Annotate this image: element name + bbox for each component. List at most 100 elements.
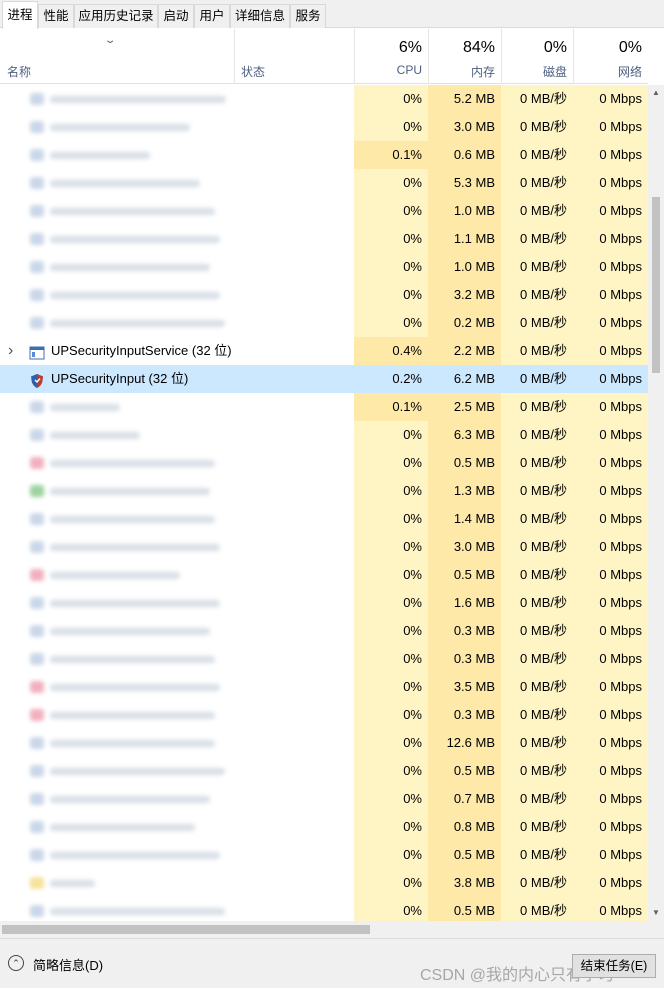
network-cell: 0 Mbps xyxy=(573,365,648,393)
network-cell: 0 Mbps xyxy=(573,785,648,813)
memory-cell: 0.8 MB xyxy=(428,813,501,841)
memory-cell: 0.6 MB xyxy=(428,141,501,169)
column-cpu[interactable]: 6% CPU xyxy=(354,29,428,84)
process-row[interactable]: 0% 0.8 MB 0 MB/秒 0 Mbps xyxy=(0,813,648,841)
tab-startup[interactable]: 启动 xyxy=(158,4,194,28)
memory-cell: 6.3 MB xyxy=(428,421,501,449)
memory-cell: 3.8 MB xyxy=(428,869,501,897)
disk-cell: 0 MB/秒 xyxy=(501,589,573,617)
app-icon xyxy=(30,429,44,441)
process-row[interactable]: 0.1% 0.6 MB 0 MB/秒 0 Mbps xyxy=(0,141,648,169)
process-row[interactable]: 0% 1.0 MB 0 MB/秒 0 Mbps xyxy=(0,197,648,225)
process-row[interactable]: 0% 0.5 MB 0 MB/秒 0 Mbps xyxy=(0,841,648,869)
column-status[interactable]: 状态 xyxy=(234,29,354,84)
process-row[interactable]: 0% 6.3 MB 0 MB/秒 0 Mbps xyxy=(0,421,648,449)
tab-details[interactable]: 详细信息 xyxy=(230,4,290,28)
process-status-cell xyxy=(234,729,354,757)
network-cell: 0 Mbps xyxy=(573,169,648,197)
tab-performance[interactable]: 性能 xyxy=(38,4,74,28)
cpu-cell: 0% xyxy=(354,477,428,505)
disk-cell: 0 MB/秒 xyxy=(501,365,573,393)
process-row[interactable]: UPSecurityInput (32 位) 0.2% 6.2 MB 0 MB/秒 0 … xyxy=(0,365,648,393)
app-icon xyxy=(30,821,44,833)
process-name-cell xyxy=(0,421,234,449)
process-row[interactable]: 0% 0.5 MB 0 MB/秒 0 Mbps xyxy=(0,449,648,477)
fewer-details-button[interactable]: ⌃ 简略信息(D) xyxy=(8,953,118,975)
cpu-cell: 0% xyxy=(354,421,428,449)
process-row[interactable]: 0% 0.2 MB 0 MB/秒 0 Mbps xyxy=(0,309,648,337)
cpu-cell: 0% xyxy=(354,85,428,113)
process-row[interactable]: 0% 1.4 MB 0 MB/秒 0 Mbps xyxy=(0,505,648,533)
redacted-process-name xyxy=(50,264,210,271)
cpu-cell: 0% xyxy=(354,197,428,225)
horizontal-scroll-thumb[interactable] xyxy=(2,925,370,934)
process-status-cell xyxy=(234,197,354,225)
process-row[interactable]: 0% 1.3 MB 0 MB/秒 0 Mbps xyxy=(0,477,648,505)
column-disk[interactable]: 0% 磁盘 xyxy=(501,29,573,84)
column-network[interactable]: 0% 网络 xyxy=(573,29,648,84)
process-status-cell xyxy=(234,757,354,785)
process-row[interactable]: 0% 1.0 MB 0 MB/秒 0 Mbps xyxy=(0,253,648,281)
disk-cell: 0 MB/秒 xyxy=(501,645,573,673)
vertical-scrollbar[interactable]: ▲ ▼ xyxy=(648,85,664,921)
process-row[interactable]: 0% 1.6 MB 0 MB/秒 0 Mbps xyxy=(0,589,648,617)
tab-app-history[interactable]: 应用历史记录 xyxy=(74,4,158,28)
process-row[interactable]: 0% 3.0 MB 0 MB/秒 0 Mbps xyxy=(0,533,648,561)
cpu-cell: 0.2% xyxy=(354,365,428,393)
disk-cell: 0 MB/秒 xyxy=(501,785,573,813)
process-row[interactable]: 0% 3.5 MB 0 MB/秒 0 Mbps xyxy=(0,673,648,701)
disk-cell: 0 MB/秒 xyxy=(501,869,573,897)
process-status-cell xyxy=(234,477,354,505)
expand-chevron-icon[interactable]: › xyxy=(8,337,13,365)
process-row[interactable]: 0% 12.6 MB 0 MB/秒 0 Mbps xyxy=(0,729,648,757)
process-name-cell xyxy=(0,869,234,897)
disk-cell: 0 MB/秒 xyxy=(501,281,573,309)
process-row[interactable]: 0% 3.8 MB 0 MB/秒 0 Mbps xyxy=(0,869,648,897)
network-cell: 0 Mbps xyxy=(573,897,648,921)
tab-bar: 进程 性能 应用历史记录 启动 用户 详细信息 服务 xyxy=(0,0,664,29)
redacted-process-name xyxy=(50,656,215,663)
end-task-button[interactable]: 结束任务(E) xyxy=(572,954,656,978)
memory-cell: 3.5 MB xyxy=(428,673,501,701)
process-row[interactable]: 0% 0.5 MB 0 MB/秒 0 Mbps xyxy=(0,757,648,785)
process-row[interactable]: 0% 0.7 MB 0 MB/秒 0 Mbps xyxy=(0,785,648,813)
tab-users[interactable]: 用户 xyxy=(194,4,230,28)
process-row[interactable]: 0.1% 2.5 MB 0 MB/秒 0 Mbps xyxy=(0,393,648,421)
cpu-cell: 0.4% xyxy=(354,337,428,365)
process-row[interactable]: 0% 3.0 MB 0 MB/秒 0 Mbps xyxy=(0,113,648,141)
memory-cell: 0.3 MB xyxy=(428,645,501,673)
vertical-scroll-thumb[interactable] xyxy=(652,197,660,373)
process-name: UPSecurityInput (32 位) xyxy=(51,371,189,386)
cpu-cell: 0% xyxy=(354,253,428,281)
disk-cell: 0 MB/秒 xyxy=(501,897,573,921)
process-row[interactable]: 0% 0.5 MB 0 MB/秒 0 Mbps xyxy=(0,561,648,589)
cpu-cell: 0% xyxy=(354,701,428,729)
redacted-process-name xyxy=(50,852,220,859)
process-row[interactable]: 0% 5.2 MB 0 MB/秒 0 Mbps xyxy=(0,85,648,113)
cpu-cell: 0% xyxy=(354,617,428,645)
app-icon xyxy=(30,485,44,497)
app-icon xyxy=(30,513,44,525)
app-icon xyxy=(30,149,44,161)
network-cell: 0 Mbps xyxy=(573,561,648,589)
redacted-process-name xyxy=(50,488,210,495)
scroll-up-icon[interactable]: ▲ xyxy=(648,85,664,101)
process-row[interactable]: 0% 0.3 MB 0 MB/秒 0 Mbps xyxy=(0,617,648,645)
process-status-cell xyxy=(234,365,354,393)
process-row[interactable]: › UPSecurityInputService (32 位) 0.4% 2.2 MB… xyxy=(0,337,648,365)
column-memory[interactable]: 84% 内存 xyxy=(428,29,501,84)
process-row[interactable]: 0% 5.3 MB 0 MB/秒 0 Mbps xyxy=(0,169,648,197)
redacted-process-name xyxy=(50,712,215,719)
scroll-down-icon[interactable]: ▼ xyxy=(648,905,664,921)
memory-cell: 0.3 MB xyxy=(428,617,501,645)
process-row[interactable]: 0% 3.2 MB 0 MB/秒 0 Mbps xyxy=(0,281,648,309)
process-row[interactable]: 0% 0.3 MB 0 MB/秒 0 Mbps xyxy=(0,701,648,729)
tab-processes[interactable]: 进程 xyxy=(2,1,38,29)
column-name[interactable]: ⌄ 名称 xyxy=(0,29,234,84)
process-row[interactable]: 0% 0.5 MB 0 MB/秒 0 Mbps xyxy=(0,897,648,921)
horizontal-scrollbar[interactable] xyxy=(0,921,648,938)
tab-services[interactable]: 服务 xyxy=(290,4,326,28)
cpu-cell: 0% xyxy=(354,813,428,841)
process-row[interactable]: 0% 0.3 MB 0 MB/秒 0 Mbps xyxy=(0,645,648,673)
process-row[interactable]: 0% 1.1 MB 0 MB/秒 0 Mbps xyxy=(0,225,648,253)
